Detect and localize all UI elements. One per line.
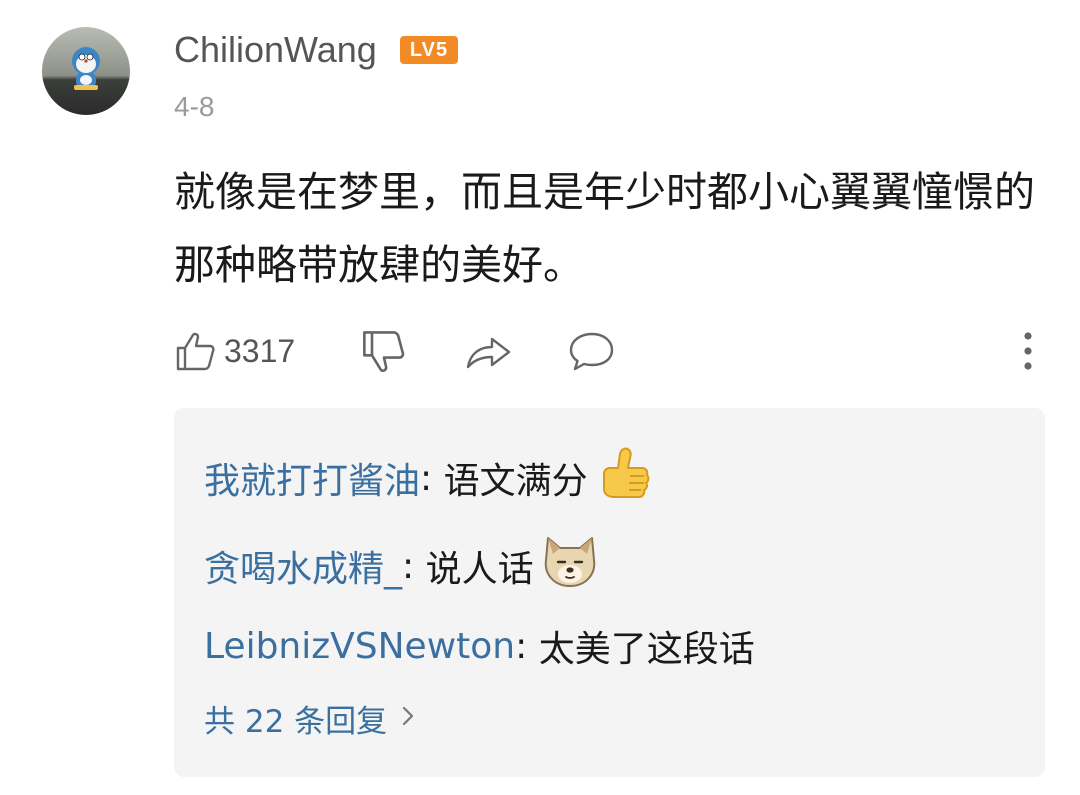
like-count: 3317 <box>224 332 296 369</box>
reply-item[interactable]: LeibnizVSNewton : 太美了这段话 <box>204 621 755 671</box>
reply-text: 语文满分 <box>443 461 588 502</box>
reply-separator: : <box>515 625 539 667</box>
share-button[interactable] <box>464 326 514 376</box>
chevron-right-icon <box>401 700 415 736</box>
dog-face-emoji <box>542 534 598 599</box>
more-replies-label: 共 22 条回复 <box>204 703 388 740</box>
avatar-image <box>42 27 130 115</box>
reply-text: 说人话 <box>425 549 534 590</box>
reply-separator: : <box>402 545 426 587</box>
avatar[interactable] <box>42 27 130 115</box>
share-icon <box>466 337 511 369</box>
comment-icon <box>569 332 614 371</box>
dislike-button[interactable] <box>360 326 408 376</box>
reply-author[interactable]: 贪喝水成精_ <box>204 540 402 592</box>
replies-panel: 我就打打酱油 : 语文满分 贪喝水成精_ : 说人话 LeibnizVSNewt… <box>174 408 1045 777</box>
reply-separator: : <box>420 457 444 499</box>
reply-author[interactable]: 我就打打酱油 <box>204 452 420 504</box>
comment-actions: 3317 <box>174 326 1054 376</box>
comment-text: 就像是在梦里，而且是年少时都小心翼翼憧憬的那种略带放肆的美好。 <box>174 168 1035 289</box>
reply-text: 太美了这段话 <box>538 629 755 670</box>
more-options-button[interactable] <box>1013 328 1043 374</box>
username[interactable]: ChilionWang <box>174 28 377 72</box>
reply-item[interactable]: 我就打打酱油 : 语文满分 <box>204 447 652 504</box>
view-more-replies-link[interactable]: 共 22 条回复 <box>204 698 415 740</box>
thumbs-up-icon <box>176 332 215 371</box>
thumbs-down-icon <box>363 331 405 372</box>
thumbs-up-emoji <box>596 444 652 513</box>
reply-button[interactable] <box>568 326 616 376</box>
like-button[interactable]: 3317 <box>174 326 295 376</box>
level-badge: LV5 <box>400 36 458 64</box>
comment-date: 4-8 <box>174 91 215 122</box>
reply-author[interactable]: LeibnizVSNewton <box>204 626 515 667</box>
more-vertical-icon <box>1024 332 1032 370</box>
reply-item[interactable]: 贪喝水成精_ : 说人话 <box>204 536 598 592</box>
